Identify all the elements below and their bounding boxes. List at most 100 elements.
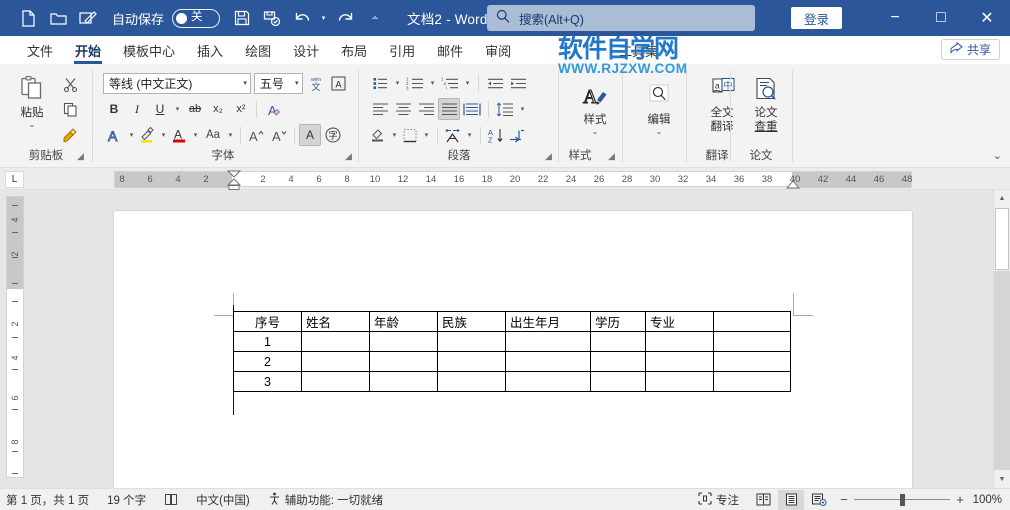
multilevel-dropdown-icon[interactable]: ▾ [462,72,473,94]
scrollbar-thumb[interactable] [995,208,1009,270]
clear-formatting-icon[interactable]: A [261,98,283,120]
zoom-level[interactable]: 100% [972,494,1006,506]
table-cell[interactable] [646,372,714,392]
vertical-ruler[interactable]: 4 2 2 4 6 8 [6,196,24,478]
table-cell[interactable] [438,372,506,392]
document-table[interactable]: 序号 姓名 年龄 民族 出生年月 学历 专业 1 [233,311,791,392]
share-button[interactable]: 共享 [941,39,1000,60]
borders-dropdown-icon[interactable]: ▾ [421,124,432,146]
search-input[interactable]: 搜索(Alt+Q) [487,5,755,31]
align-left-icon[interactable] [369,98,391,120]
table-cell[interactable] [506,352,591,372]
character-border-icon[interactable]: A [329,72,349,94]
save-icon[interactable] [228,5,256,31]
table-cell[interactable] [370,372,438,392]
tab-references[interactable]: 引用 [378,37,426,64]
bold-button[interactable]: B [103,98,125,120]
distribute-icon[interactable] [461,98,483,120]
undo-dropdown[interactable]: ▾ [318,7,329,29]
phonetic-guide-icon[interactable]: wén文 [306,72,326,94]
text-effects-icon[interactable]: A [103,124,125,146]
font-color-dropdown-icon[interactable]: ▾ [190,124,201,146]
table-cell[interactable] [646,352,714,372]
scrollbar-track[interactable] [994,271,1010,470]
table-cell[interactable]: 1 [234,332,302,352]
font-name-combo[interactable]: 等线 (中文正文) ▾ [103,73,251,94]
accessibility-status[interactable]: 辅助功能: 一切就绪 [259,490,392,510]
multilevel-list-icon[interactable]: 1ai [439,72,461,94]
table-cell[interactable] [714,352,791,372]
table-row[interactable]: 序号 姓名 年龄 民族 出生年月 学历 专业 [234,312,791,332]
tab-layout[interactable]: 布局 [330,37,378,64]
table-cell[interactable] [302,352,370,372]
table-cell[interactable] [714,372,791,392]
minimize-button[interactable]: − [872,0,918,36]
decrease-indent-icon[interactable] [484,72,506,94]
line-spacing-dropdown-icon[interactable]: ▾ [517,98,528,120]
table-cell[interactable] [591,352,646,372]
zoom-in-button[interactable]: + [954,492,966,507]
undo-icon[interactable] [288,5,316,31]
align-right-icon[interactable] [415,98,437,120]
bullet-list-icon[interactable] [369,72,391,94]
table-header-cell[interactable]: 年龄 [370,312,438,332]
styles-dropdown-icon[interactable]: ⌄ [592,128,599,135]
copy-button[interactable] [59,98,81,120]
page-indicator[interactable]: 第 1 页，共 1 页 [0,490,98,510]
right-indent-marker[interactable] [786,180,800,190]
editing-button[interactable]: 编辑 ⌄ [631,67,687,135]
collapse-ribbon-icon[interactable]: ⌄ [993,149,1002,162]
styles-button[interactable]: A 样式 ⌄ [567,67,623,135]
language-indicator[interactable]: 中文(中国) [187,490,259,510]
table-cell[interactable] [302,332,370,352]
font-dialog-launcher[interactable]: ◢ [345,151,352,162]
show-formatting-marks-icon[interactable] [507,124,527,146]
read-mode-icon[interactable] [750,490,776,510]
redo-icon[interactable] [331,5,359,31]
tab-toolset[interactable]: 工具集 [608,37,669,64]
folder-icon[interactable] [44,5,72,31]
save-as-icon[interactable] [258,5,286,31]
zoom-slider[interactable]: − + [834,492,970,507]
table-cell[interactable] [591,372,646,392]
superscript-button[interactable]: x² [230,98,252,120]
table-cell[interactable] [591,332,646,352]
tab-design[interactable]: 设计 [282,37,330,64]
editing-dropdown-icon[interactable]: ⌄ [656,128,663,135]
table-row[interactable]: 1 [234,332,791,352]
clipboard-dialog-launcher[interactable]: ◢ [77,151,84,162]
table-row[interactable]: 2 [234,352,791,372]
zoom-out-button[interactable]: − [838,492,850,507]
font-color-icon[interactable]: A [170,124,189,146]
horizontal-ruler[interactable]: L 8 6 4 2 2 4 6 8 10 12 14 16 18 20 22 2… [0,168,1010,190]
table-row[interactable]: 3 [234,372,791,392]
align-center-icon[interactable] [392,98,414,120]
shrink-font-icon[interactable]: A [268,124,290,146]
strikethrough-button[interactable]: ab [184,98,206,120]
autosave-toggle[interactable]: 关 [172,9,220,28]
enclose-character-icon[interactable]: 字 [322,124,344,146]
text-effects-dropdown-icon[interactable]: ▾ [126,124,137,146]
table-header-cell[interactable]: 专业 [646,312,714,332]
borders-icon[interactable] [401,124,420,146]
proofing-icon[interactable] [155,490,187,510]
table-cell[interactable]: 3 [234,372,302,392]
maximize-button[interactable]: □ [918,0,964,36]
paragraph-dialog-launcher[interactable]: ◢ [545,151,552,162]
vertical-scrollbar[interactable]: ▲ ▼ [993,190,1010,488]
web-layout-icon[interactable] [806,490,832,510]
close-button[interactable]: ✕ [964,0,1010,36]
document-canvas[interactable]: 4 2 2 4 6 8 [0,190,1010,488]
table-cell[interactable] [438,352,506,372]
format-painter-button[interactable] [59,123,81,145]
grow-font-icon[interactable]: A [245,124,267,146]
word-count[interactable]: 19 个字 [98,490,155,510]
numbered-list-icon[interactable]: 123 [404,72,426,94]
highlight-dropdown-icon[interactable]: ▾ [158,124,169,146]
table-header-cell[interactable]: 序号 [234,312,302,332]
new-document-icon[interactable] [14,5,42,31]
font-size-combo[interactable]: 五号 ▾ [254,73,303,94]
justify-icon[interactable] [438,98,460,120]
pen-tablet-icon[interactable] [74,5,102,31]
table-cell[interactable] [506,372,591,392]
